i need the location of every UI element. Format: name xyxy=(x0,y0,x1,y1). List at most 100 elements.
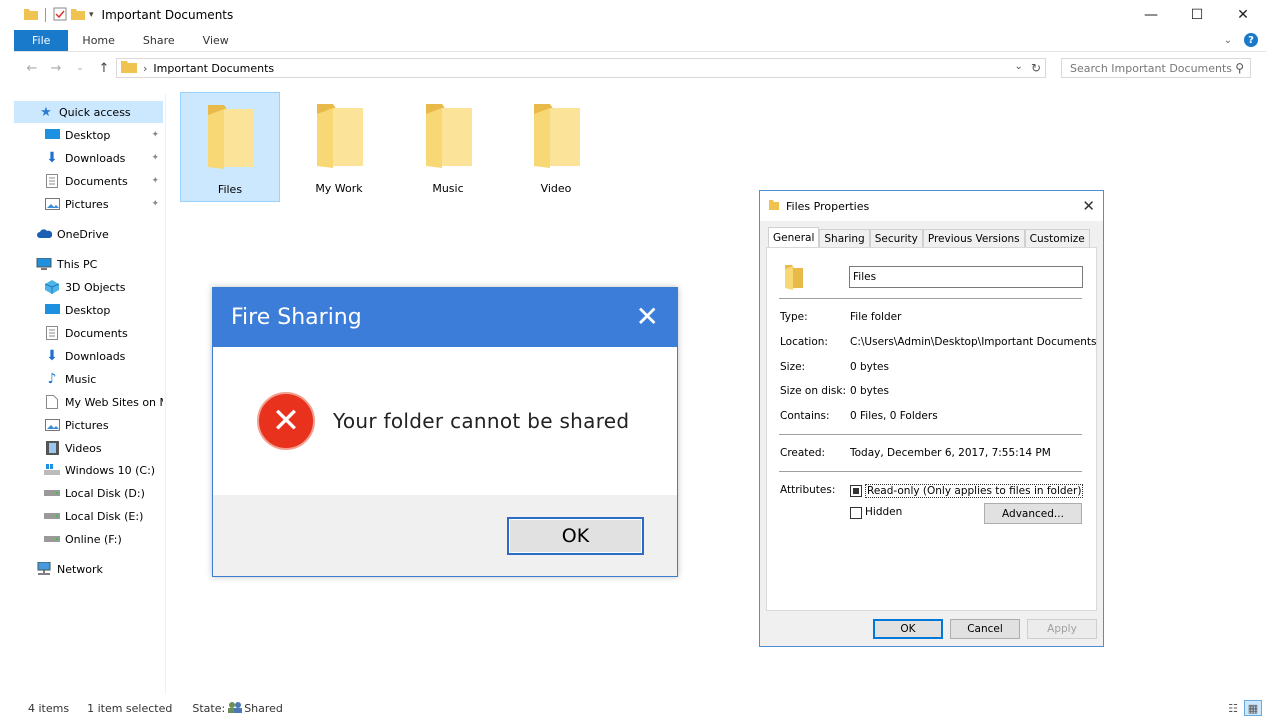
sidebar-item-downloads-pc[interactable]: ⬇ Downloads xyxy=(44,345,163,367)
folder-item-files[interactable]: Files xyxy=(180,92,280,202)
sidebar-item-label: Pictures xyxy=(65,197,109,211)
location-value: C:\Users\Admin\Desktop\Important Documen… xyxy=(850,336,1097,348)
size-label: Size: xyxy=(780,361,806,373)
pin-icon[interactable]: ✦ xyxy=(151,176,159,186)
drive-icon xyxy=(44,532,60,546)
customize-toolbar-icon[interactable]: ▾ xyxy=(89,10,94,20)
forward-arrow-icon[interactable]: → xyxy=(44,61,68,76)
sidebar-item-drive-f[interactable]: Online (F:) xyxy=(44,528,163,550)
ok-button[interactable]: OK xyxy=(507,517,644,555)
sidebar-item-network[interactable]: Network xyxy=(36,558,163,580)
document-icon xyxy=(44,326,60,340)
sidebar-item-documents-pc[interactable]: Documents xyxy=(44,322,163,344)
pin-icon[interactable]: ✦ xyxy=(151,130,159,140)
sidebar-item-downloads[interactable]: ⬇ Downloads ✦ xyxy=(44,147,163,169)
sidebar-item-label: 3D Objects xyxy=(65,280,126,294)
download-icon: ⬇ xyxy=(46,150,58,166)
folder-item-music[interactable]: Music xyxy=(398,92,498,202)
sidebar-item-drive-c[interactable]: Windows 10 (C:) xyxy=(44,459,163,481)
folder-name-field[interactable]: Files xyxy=(849,266,1083,288)
expand-ribbon-icon[interactable]: ⌄ xyxy=(1224,35,1232,46)
sidebar-item-label: Online (F:) xyxy=(65,532,122,546)
folder-item-my-work[interactable]: My Work xyxy=(289,92,389,202)
cancel-button[interactable]: Cancel xyxy=(950,619,1020,639)
folder-icon xyxy=(311,100,367,170)
pin-icon[interactable]: ✦ xyxy=(151,153,159,163)
sidebar-item-music[interactable]: ♪ Music xyxy=(44,368,163,390)
network-icon xyxy=(36,562,52,576)
details-view-icon[interactable]: ☷ xyxy=(1228,702,1238,715)
sidebar-item-desktop-pc[interactable]: Desktop xyxy=(44,299,163,321)
contains-label: Contains: xyxy=(780,410,830,422)
status-bar: 4 items 1 item selected State: Shared ☷ … xyxy=(14,698,1266,718)
dialog-title: Fire Sharing xyxy=(231,305,362,330)
sidebar-item-drive-d[interactable]: Local Disk (D:) xyxy=(44,482,163,504)
chevron-down-icon[interactable]: ⌄ xyxy=(1015,61,1023,75)
sidebar-item-label: Videos xyxy=(65,441,102,455)
tab-share[interactable]: Share xyxy=(129,30,189,51)
sidebar-item-desktop[interactable]: Desktop ✦ xyxy=(44,124,163,146)
created-label: Created: xyxy=(780,447,826,459)
selection-count: 1 item selected xyxy=(87,701,173,715)
minimize-button[interactable]: — xyxy=(1128,0,1174,30)
tab-previous-versions[interactable]: Previous Versions xyxy=(922,229,1025,248)
hidden-checkbox[interactable] xyxy=(850,507,862,519)
document-icon xyxy=(44,174,60,188)
close-icon[interactable]: ✕ xyxy=(1082,197,1095,215)
contains-value: 0 Files, 0 Folders xyxy=(850,410,938,422)
search-input[interactable]: Search Important Documents ⚲ xyxy=(1061,58,1251,78)
separator xyxy=(45,8,46,22)
tab-customize[interactable]: Customize xyxy=(1024,229,1090,248)
hidden-label[interactable]: Hidden xyxy=(865,506,902,518)
folder-icon xyxy=(783,262,805,293)
tab-general[interactable]: General xyxy=(768,227,820,248)
breadcrumb[interactable]: Important Documents xyxy=(153,62,274,75)
sidebar-item-3d-objects[interactable]: 3D Objects xyxy=(44,276,163,298)
pin-icon[interactable]: ✦ xyxy=(151,199,159,209)
back-arrow-icon[interactable]: ← xyxy=(20,61,44,76)
sidebar-item-label: Downloads xyxy=(65,151,126,165)
advanced-button[interactable]: Advanced... xyxy=(984,503,1082,524)
chevron-right-icon[interactable]: › xyxy=(143,62,147,75)
sidebar-item-this-pc[interactable]: This PC xyxy=(36,253,163,275)
pictures-icon xyxy=(44,418,60,432)
sidebar-item-quick-access[interactable]: ★ Quick access xyxy=(14,101,163,123)
up-arrow-icon[interactable]: ↑ xyxy=(92,61,116,76)
ok-button[interactable]: OK xyxy=(873,619,943,639)
address-bar[interactable]: › Important Documents ⌄ ↻ xyxy=(116,58,1046,78)
large-icons-view-icon[interactable]: ▦ xyxy=(1244,700,1262,716)
tab-view[interactable]: View xyxy=(189,30,243,51)
tab-sharing[interactable]: Sharing xyxy=(819,229,870,248)
apply-button[interactable]: Apply xyxy=(1027,619,1097,639)
sidebar-item-pictures[interactable]: Pictures ✦ xyxy=(44,193,163,215)
tab-security[interactable]: Security xyxy=(869,229,923,248)
sidebar-item-documents[interactable]: Documents ✦ xyxy=(44,170,163,192)
sidebar-item-drive-e[interactable]: Local Disk (E:) xyxy=(44,505,163,527)
recent-locations-icon[interactable]: ⌄ xyxy=(68,63,92,73)
search-icon[interactable]: ⚲ xyxy=(1235,61,1244,75)
help-icon[interactable]: ? xyxy=(1244,33,1258,47)
dialog-footer: OK xyxy=(213,495,677,576)
sidebar-item-label: Local Disk (E:) xyxy=(65,509,144,523)
tab-home[interactable]: Home xyxy=(68,30,128,51)
error-message: Your folder cannot be shared xyxy=(333,409,630,433)
sidebar-item-videos[interactable]: Videos xyxy=(44,437,163,459)
readonly-label[interactable]: Read-only (Only applies to files in fold… xyxy=(865,484,1084,498)
folder-label: Video xyxy=(540,182,572,195)
new-folder-quick-icon[interactable] xyxy=(71,8,85,23)
tab-file[interactable]: File xyxy=(14,30,69,51)
maximize-button[interactable]: ☐ xyxy=(1174,0,1220,30)
folder-item-video[interactable]: Video xyxy=(506,92,606,202)
sidebar-item-onedrive[interactable]: OneDrive xyxy=(36,223,163,245)
readonly-checkbox[interactable] xyxy=(850,485,862,497)
address-row: ← → ⌄ ↑ › Important Documents ⌄ ↻ Search… xyxy=(14,56,1266,80)
sidebar-item-web-sites[interactable]: My Web Sites on M xyxy=(44,391,163,413)
general-panel: Files Type: File folder Location: C:\Use… xyxy=(766,247,1097,611)
close-icon[interactable]: ✕ xyxy=(636,300,659,333)
sidebar-item-label: Pictures xyxy=(65,418,109,432)
item-count: 4 items xyxy=(28,701,70,715)
refresh-icon[interactable]: ↻ xyxy=(1031,61,1041,75)
close-button[interactable]: ✕ xyxy=(1220,0,1266,30)
properties-quick-icon[interactable] xyxy=(53,7,67,24)
sidebar-item-pictures-pc[interactable]: Pictures xyxy=(44,414,163,436)
